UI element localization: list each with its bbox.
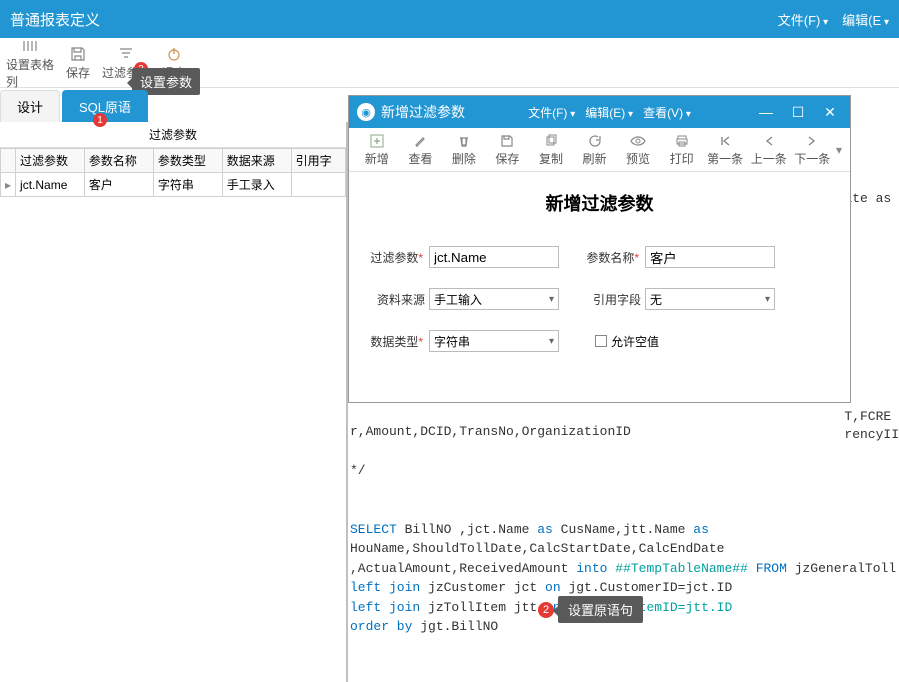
type-select[interactable]: 字符串 xyxy=(429,330,559,352)
save-icon xyxy=(500,132,514,150)
filter-input[interactable] xyxy=(429,246,559,268)
badge-1: 1 xyxy=(93,113,107,127)
main-menus: 文件(F) 编辑(E xyxy=(778,10,889,29)
type-label: 数据类型* xyxy=(369,333,425,350)
cell-name[interactable]: 客户 xyxy=(84,173,153,197)
edit-icon xyxy=(413,132,427,150)
save-button[interactable]: 保存 xyxy=(54,44,102,81)
close-icon[interactable]: ✕ xyxy=(818,104,842,121)
filter-icon xyxy=(118,44,134,64)
dialog-menus: 文件(F) 编辑(E) 查看(V) xyxy=(528,104,691,121)
print-button[interactable]: 打印 xyxy=(660,132,704,167)
source-label: 资料来源 xyxy=(369,291,425,308)
ref-label: 引用字段 xyxy=(585,291,641,308)
minimize-icon[interactable]: — xyxy=(754,104,778,121)
col-source[interactable]: 数据来源 xyxy=(222,149,291,173)
allow-null-checkbox[interactable] xyxy=(595,335,607,347)
refresh-button[interactable]: 刷新 xyxy=(573,132,617,167)
col-name[interactable]: 参数名称 xyxy=(84,149,153,173)
next-icon xyxy=(806,132,818,150)
first-icon xyxy=(718,132,732,150)
col-filter[interactable]: 过滤参数 xyxy=(16,149,85,173)
table-row[interactable]: ▸ jct.Name 客户 字符串 手工录入 xyxy=(1,173,346,197)
dialog-titlebar[interactable]: ◉ 新增过滤参数 文件(F) 编辑(E) 查看(V) — ☐ ✕ xyxy=(349,96,850,128)
dlg-menu-file[interactable]: 文件(F) xyxy=(528,104,575,121)
dialog-title: ◉ 新增过滤参数 xyxy=(357,102,465,122)
source-select[interactable]: 手工输入 xyxy=(429,288,559,310)
menu-edit[interactable]: 编辑(E xyxy=(842,10,889,29)
dlg-menu-view[interactable]: 查看(V) xyxy=(643,104,691,121)
dialog-toolbar: 新增 查看 删除 保存 复制 刷新 预览 打印 第一条 上一条 下一条 ▾ xyxy=(349,128,850,172)
dialog-body: 新增过滤参数 过滤参数* 参数名称* 资料来源 手工输入 引用字段 无 数据 xyxy=(349,172,850,402)
dialog-window-buttons: — ☐ ✕ xyxy=(754,104,842,121)
power-icon xyxy=(166,44,182,64)
dialog-heading: 新增过滤参数 xyxy=(369,190,830,216)
maximize-icon[interactable]: ☐ xyxy=(786,104,810,121)
toolbar-overflow-icon[interactable]: ▾ xyxy=(834,143,844,157)
app-title: 普通报表定义 xyxy=(10,9,100,30)
eye-icon xyxy=(630,132,646,150)
dlg-menu-edit[interactable]: 编辑(E) xyxy=(585,104,633,121)
cell-ref[interactable] xyxy=(291,173,345,197)
view-button[interactable]: 查看 xyxy=(399,132,443,167)
allow-null-label: 允许空值 xyxy=(611,333,659,350)
filter-grid[interactable]: 过滤参数 参数名称 参数类型 数据来源 引用字 ▸ jct.Name 客户 字符… xyxy=(0,148,346,197)
prev-button[interactable]: 上一条 xyxy=(747,132,791,167)
delete-button[interactable]: 删除 xyxy=(442,132,486,167)
bars-icon xyxy=(22,36,38,56)
badge-2: 2 xyxy=(538,602,554,618)
print-icon xyxy=(675,132,689,150)
dlg-save-button[interactable]: 保存 xyxy=(486,132,530,167)
row-marker-header xyxy=(1,149,16,173)
set-columns-button[interactable]: 设置表格列 xyxy=(6,36,54,90)
refresh-icon xyxy=(588,132,602,150)
left-pane: 过滤参数 过滤参数 参数名称 参数类型 数据来源 引用字 ▸ jct.Name … xyxy=(0,122,348,682)
col-type[interactable]: 参数类型 xyxy=(153,149,222,173)
callout-2: 2 设置原语句 xyxy=(538,596,643,623)
cell-type[interactable]: 字符串 xyxy=(153,173,222,197)
col-ref[interactable]: 引用字 xyxy=(291,149,345,173)
add-filter-dialog: ◉ 新增过滤参数 文件(F) 编辑(E) 查看(V) — ☐ ✕ 新增 查看 删… xyxy=(348,95,851,403)
new-button[interactable]: 新增 xyxy=(355,132,399,167)
code-fragment-right: ate as T,FCRE rencyII xyxy=(844,190,899,445)
preview-button[interactable]: 预览 xyxy=(616,132,660,167)
filter-grid-title: 过滤参数 xyxy=(0,122,346,148)
plus-icon xyxy=(370,132,384,150)
prev-icon xyxy=(763,132,775,150)
copy-button[interactable]: 复制 xyxy=(529,132,573,167)
save-icon xyxy=(70,44,86,64)
main-titlebar: 普通报表定义 文件(F) 编辑(E xyxy=(0,0,899,38)
copy-icon xyxy=(544,132,558,150)
exit-button[interactable]: 退出 xyxy=(150,44,198,81)
next-button[interactable]: 下一条 xyxy=(790,132,834,167)
menu-file[interactable]: 文件(F) xyxy=(778,10,828,29)
tab-sql[interactable]: SQL原语 1 xyxy=(62,90,148,122)
filter-label: 过滤参数* xyxy=(369,249,425,266)
tab-design[interactable]: 设计 xyxy=(0,90,60,122)
name-input[interactable] xyxy=(645,246,775,268)
cell-filter[interactable]: jct.Name xyxy=(16,173,85,197)
row-marker-icon: ▸ xyxy=(1,173,16,197)
main-toolbar: 设置表格列 保存 过滤参数 3 设置参数 退出 xyxy=(0,38,899,88)
app-logo-icon: ◉ xyxy=(357,103,375,121)
ref-select[interactable]: 无 xyxy=(645,288,775,310)
trash-icon xyxy=(457,132,471,150)
name-label: 参数名称* xyxy=(585,249,641,266)
first-button[interactable]: 第一条 xyxy=(703,132,747,167)
set-sql-tooltip: 设置原语句 xyxy=(558,596,643,623)
filter-params-button[interactable]: 过滤参数 3 设置参数 xyxy=(102,44,150,81)
cell-source[interactable]: 手工录入 xyxy=(222,173,291,197)
